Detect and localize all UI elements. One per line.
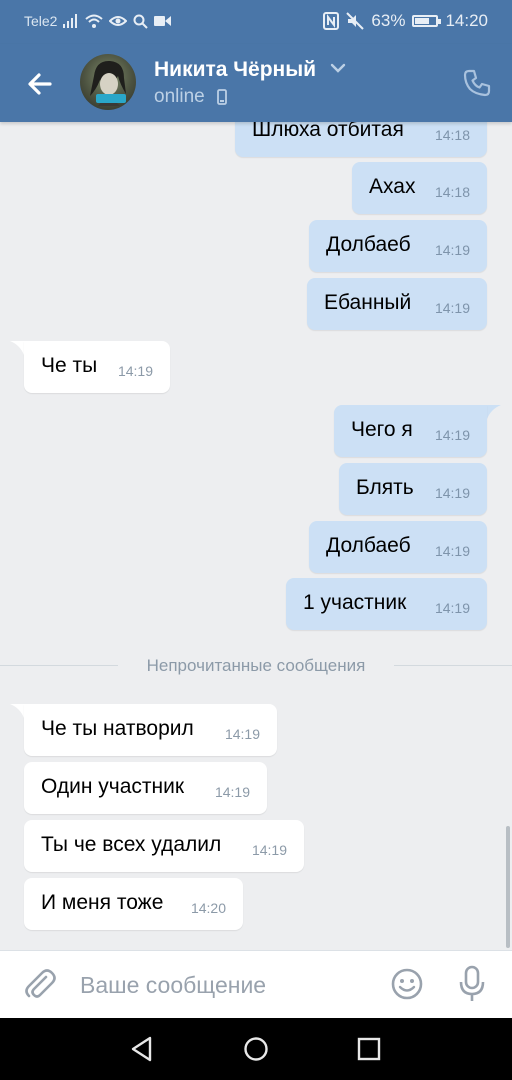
unread-divider: Непрочитанные сообщения	[0, 654, 512, 678]
chevron-down-icon[interactable]	[330, 63, 346, 73]
clock: 14:20	[445, 11, 488, 30]
message-incoming[interactable]: Че ты 14:19	[24, 341, 170, 393]
microphone-icon[interactable]	[458, 965, 486, 1003]
message-time: 14:19	[434, 242, 470, 258]
message-text: 1 участник	[303, 591, 407, 614]
mobile-phone-icon	[217, 89, 227, 105]
message-composer	[0, 950, 512, 1018]
bubble-tail	[10, 341, 24, 355]
message-outgoing[interactable]: Блять 14:19	[339, 463, 487, 515]
message-text: Один участник	[41, 775, 185, 798]
message-time: 14:18	[434, 184, 470, 200]
message-outgoing[interactable]: 1 участник 14:19	[286, 578, 487, 630]
message-text: Долбаеб	[326, 233, 411, 256]
message-text: Блять	[356, 476, 414, 499]
avatar[interactable]	[80, 54, 136, 110]
bubble-tail	[10, 704, 24, 718]
search-icon	[133, 14, 149, 29]
message-time: 14:18	[434, 127, 470, 143]
message-time: 14:19	[117, 363, 153, 379]
message-incoming[interactable]: И меня тоже 14:20	[24, 878, 243, 930]
unread-divider-label: Непрочитанные сообщения	[146, 656, 366, 675]
message-time: 14:19	[434, 485, 470, 501]
message-text: Долбаеб	[326, 534, 411, 557]
message-outgoing[interactable]: Долбаеб 14:19	[309, 220, 487, 272]
bubble-tail	[487, 405, 501, 419]
eye-icon	[109, 16, 128, 26]
scrollbar[interactable]	[506, 826, 510, 948]
message-time: 14:19	[214, 784, 250, 800]
avatar-badge	[96, 94, 126, 103]
call-icon[interactable]	[462, 68, 492, 98]
message-time: 14:19	[434, 600, 470, 616]
status-bar: Tele2 63% 14:20	[0, 0, 512, 44]
contact-name[interactable]: Никита Чёрный	[154, 58, 316, 82]
message-incoming[interactable]: Че ты натворил 14:19	[24, 704, 277, 756]
message-time: 14:19	[224, 726, 260, 742]
message-time: 14:19	[251, 842, 287, 858]
carrier-label: Tele2	[24, 13, 58, 29]
contact-status: online	[154, 86, 205, 107]
message-text: Ахах	[369, 175, 416, 198]
message-text: Че ты натворил	[41, 717, 194, 740]
message-input[interactable]	[80, 969, 370, 1001]
message-text: Ебанный	[324, 291, 412, 314]
message-text: И меня тоже	[41, 891, 164, 914]
attach-icon[interactable]	[22, 967, 58, 1003]
message-time: 14:19	[434, 427, 470, 443]
signal-icon	[63, 14, 78, 28]
nav-home-icon[interactable]	[243, 1036, 269, 1062]
nav-back-icon[interactable]	[130, 1036, 154, 1062]
back-arrow-icon[interactable]	[22, 66, 58, 102]
divider-line	[394, 665, 512, 666]
message-incoming[interactable]: Один участник 14:19	[24, 762, 267, 814]
chat-header: Никита Чёрный online	[0, 44, 512, 122]
message-incoming[interactable]: Ты че всех удалил 14:19	[24, 820, 304, 872]
message-outgoing[interactable]: Долбаеб 14:19	[309, 521, 487, 573]
message-outgoing[interactable]: Ебанный 14:19	[307, 278, 487, 330]
battery-percent: 63%	[371, 11, 406, 30]
nav-recent-icon[interactable]	[357, 1037, 381, 1061]
emoji-icon[interactable]	[390, 967, 424, 1001]
mute-icon	[346, 12, 365, 30]
message-outgoing[interactable]: Чего я 14:19	[334, 405, 487, 457]
message-time: 14:20	[190, 900, 226, 916]
message-text: Чего я	[351, 418, 413, 441]
message-text: Ты че всех удалил	[41, 833, 222, 856]
nfc-icon	[323, 12, 340, 30]
battery-icon	[412, 15, 442, 27]
video-icon	[154, 16, 172, 26]
message-time: 14:19	[434, 300, 470, 316]
message-time: 14:19	[434, 543, 470, 559]
wifi-icon	[85, 14, 104, 28]
message-outgoing[interactable]: Ахах 14:18	[352, 162, 487, 214]
system-nav-bar	[0, 1018, 512, 1080]
message-text: Че ты	[41, 354, 98, 377]
